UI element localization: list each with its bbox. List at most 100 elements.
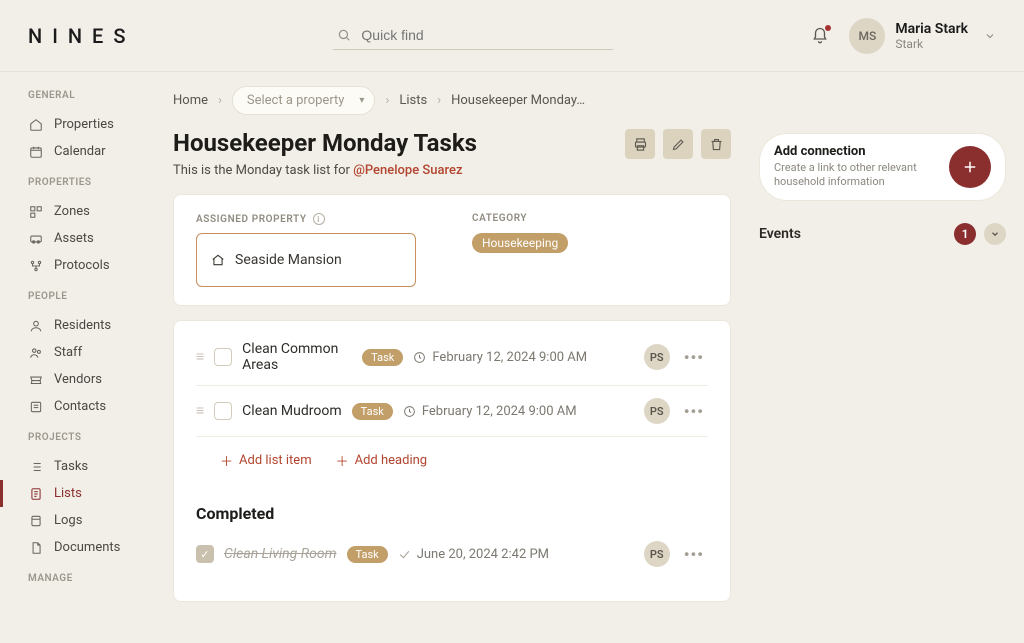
print-button[interactable]: [625, 129, 655, 159]
assigned-property-box[interactable]: Seaside Mansion: [196, 233, 416, 287]
sidebar-item-protocols[interactable]: Protocols: [28, 252, 155, 279]
staff-icon: [28, 346, 44, 360]
expand-events-button[interactable]: [984, 223, 1006, 245]
home-icon: [28, 118, 44, 132]
protocols-icon: [28, 259, 44, 273]
task-more-button[interactable]: •••: [680, 402, 708, 421]
events-label: Events: [759, 226, 801, 242]
sidebar-item-label: Zones: [54, 204, 90, 219]
events-panel-header[interactable]: Events 1: [759, 223, 1006, 245]
add-heading-button[interactable]: ＋ Add heading: [336, 451, 427, 470]
chevron-right-icon: ›: [218, 93, 222, 108]
sidebar-item-residents[interactable]: Residents: [28, 312, 155, 339]
vendors-icon: [28, 373, 44, 387]
sidebar-item-contacts[interactable]: Contacts: [28, 393, 155, 420]
sidebar-item-properties[interactable]: Properties: [28, 111, 155, 138]
add-connection-title: Add connection: [774, 144, 937, 159]
lists-icon: [28, 487, 44, 501]
sidebar-item-logs[interactable]: Logs: [28, 507, 155, 534]
task-assignee-avatar[interactable]: PS: [644, 344, 670, 370]
documents-icon: [28, 541, 44, 555]
task-checkbox[interactable]: [214, 402, 232, 420]
check-icon: [398, 548, 411, 561]
search-input-wrap[interactable]: [333, 21, 613, 50]
meta-card: ASSIGNED PROPERTY i Seaside Mansion CATE…: [173, 194, 731, 306]
add-connection-card[interactable]: Add connection Create a link to other re…: [759, 133, 1006, 201]
sidebar-item-zones[interactable]: Zones: [28, 198, 155, 225]
task-title[interactable]: Clean Common Areas: [242, 341, 352, 373]
edit-button[interactable]: [663, 129, 693, 159]
task-title[interactable]: Clean Living Room: [224, 546, 337, 562]
sidebar-section-projects: PROJECTS: [28, 432, 155, 443]
task-row: ✓ Clean Living Room Task June 20, 2024 2…: [196, 529, 708, 579]
notifications-button[interactable]: [811, 27, 829, 45]
breadcrumb-current: Housekeeper Monday…: [451, 93, 585, 108]
task-assignee-avatar[interactable]: PS: [644, 398, 670, 424]
sidebar-section-people: PEOPLE: [28, 291, 155, 302]
task-checkbox[interactable]: ✓: [196, 545, 214, 563]
task-assignee-avatar[interactable]: PS: [644, 541, 670, 567]
user-menu[interactable]: MS Maria Stark Stark: [849, 18, 996, 54]
sidebar-item-label: Contacts: [54, 399, 106, 414]
contacts-icon: [28, 400, 44, 414]
sidebar-item-label: Protocols: [54, 258, 110, 273]
drag-handle-icon[interactable]: ≡: [196, 350, 204, 364]
chevron-down-icon: [984, 30, 996, 42]
task-more-button[interactable]: •••: [680, 348, 708, 367]
sidebar-section-properties: PROPERTIES: [28, 177, 155, 188]
breadcrumb-lists[interactable]: Lists: [399, 93, 427, 108]
page-subtitle: This is the Monday task list for @Penelo…: [173, 163, 731, 178]
sidebar-item-label: Tasks: [54, 459, 88, 474]
property-select[interactable]: Select a property: [232, 86, 376, 115]
sidebar-item-documents[interactable]: Documents: [28, 534, 155, 561]
sidebar-item-tasks[interactable]: Tasks: [28, 453, 155, 480]
task-row: ≡ Clean Common Areas Task February 12, 2…: [196, 329, 708, 386]
breadcrumb-home[interactable]: Home: [173, 93, 208, 108]
app-header: NINES MS Maria Stark Stark: [0, 0, 1024, 72]
sidebar-item-label: Vendors: [54, 372, 102, 387]
calendar-icon: [28, 145, 44, 159]
tasks-card: ≡ Clean Common Areas Task February 12, 2…: [173, 320, 731, 602]
plus-icon: ＋: [220, 451, 233, 470]
delete-button[interactable]: [701, 129, 731, 159]
home-icon: [211, 253, 225, 267]
assets-icon: [28, 232, 44, 246]
breadcrumb: Home › Select a property › Lists › House…: [155, 72, 1024, 129]
plus-icon: ＋: [336, 451, 349, 470]
sidebar-section-manage: MANAGE: [28, 573, 155, 584]
task-date: February 12, 2024 9:00 AM: [413, 350, 633, 365]
logs-icon: [28, 514, 44, 528]
clock-icon: [403, 405, 416, 418]
sidebar-item-label: Lists: [54, 486, 82, 501]
drag-handle-icon[interactable]: ≡: [196, 404, 204, 418]
category-tag: Housekeeping: [472, 233, 568, 253]
events-count-badge: 1: [954, 223, 976, 245]
add-list-item-button[interactable]: ＋ Add list item: [220, 451, 312, 470]
task-type-tag: Task: [347, 546, 388, 563]
chevron-right-icon: ›: [385, 93, 389, 108]
add-connection-sub: Create a link to other relevant househol…: [774, 161, 937, 190]
sidebar-item-label: Calendar: [54, 144, 106, 159]
sidebar-item-label: Logs: [54, 513, 82, 528]
sidebar-item-calendar[interactable]: Calendar: [28, 138, 155, 165]
task-title[interactable]: Clean Mudroom: [242, 403, 341, 419]
info-icon[interactable]: i: [313, 213, 325, 225]
avatar: MS: [849, 18, 885, 54]
sidebar-item-label: Documents: [54, 540, 120, 555]
sidebar-item-vendors[interactable]: Vendors: [28, 366, 155, 393]
mention-link[interactable]: @Penelope Suarez: [353, 163, 462, 178]
search-icon: [337, 28, 351, 42]
task-more-button[interactable]: •••: [680, 545, 708, 564]
search-input[interactable]: [361, 27, 609, 43]
notification-dot: [825, 25, 831, 31]
add-connection-button[interactable]: [949, 146, 991, 188]
user-name: Maria Stark: [895, 21, 968, 37]
sidebar-item-label: Staff: [54, 345, 82, 360]
sidebar-item-assets[interactable]: Assets: [28, 225, 155, 252]
category-label: CATEGORY: [472, 213, 568, 224]
sidebar-item-staff[interactable]: Staff: [28, 339, 155, 366]
zones-icon: [28, 205, 44, 219]
task-checkbox[interactable]: [214, 348, 232, 366]
user-sub: Stark: [895, 37, 968, 51]
sidebar-item-lists[interactable]: Lists: [28, 480, 155, 507]
